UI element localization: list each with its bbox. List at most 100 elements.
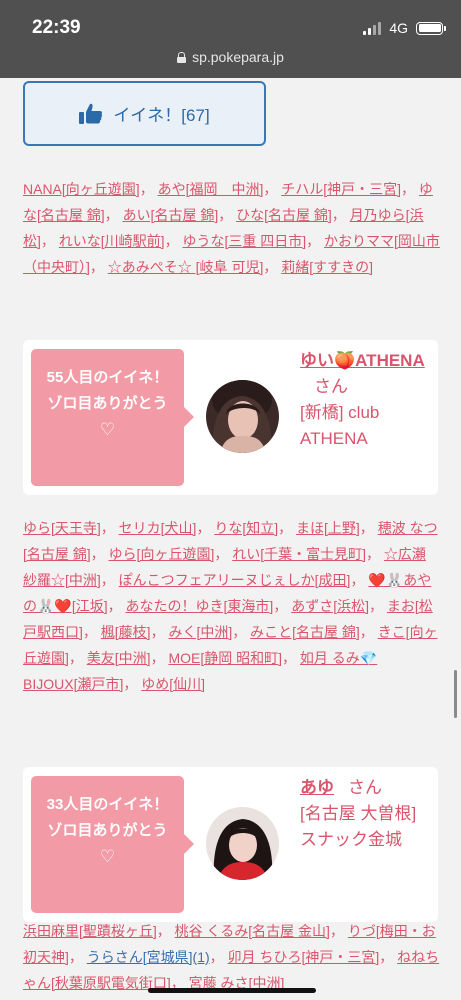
separator: ，	[123, 676, 142, 692]
liker-link[interactable]: 桃谷 くるみ[名古屋 金山]	[175, 923, 330, 939]
milestone-bubble: 55人目のイイネ！ ゾロ目ありがとう ♡	[31, 349, 194, 486]
separator: ，	[359, 520, 378, 536]
liker-list-2: ゆら[天王寺]， セリカ[犬山]， りな[知立]， まほ[上野]， 穂波 なつ[…	[23, 515, 443, 697]
cast-name-link[interactable]: あゆ	[300, 778, 334, 797]
liker-link[interactable]: MOE[静岡 昭和町]	[168, 650, 282, 666]
separator: ，	[214, 546, 233, 562]
liker-link[interactable]: れいな[川崎駅前]	[59, 233, 165, 249]
separator: ，	[306, 233, 325, 249]
heart-icon: ♡	[99, 847, 116, 866]
honorific: さん	[348, 778, 382, 797]
separator: ，	[359, 624, 378, 640]
milestone-card: 33人目のイイネ！ ゾロ目ありがとう ♡ あゆ さん [名古屋 大曽根] スナック…	[23, 767, 438, 922]
network-label: 4G	[389, 20, 408, 36]
page-content: イイネ！[67] NANA[向ヶ丘遊園]， あや[福岡 中洲]， チハル[神戸・…	[0, 78, 461, 1000]
liker-link[interactable]: りな[知立]	[214, 520, 278, 536]
liker-link[interactable]: 美友[中洲]	[87, 650, 151, 666]
separator: ，	[401, 181, 419, 197]
separator: ，	[68, 949, 87, 965]
liker-link[interactable]: 卯月 ちひろ[神戸・三宮]	[228, 949, 380, 965]
separator: ，	[100, 572, 119, 588]
separator: ，	[82, 624, 101, 640]
separator: ，	[104, 207, 123, 223]
shop-name: [新橋] club ATHENA	[300, 403, 380, 448]
cast-name-link[interactable]: ゆい🍑ATHENA	[300, 351, 425, 370]
separator: ，	[282, 650, 300, 666]
separator: ，	[164, 233, 183, 249]
avatar[interactable]	[206, 807, 279, 880]
liker-link[interactable]: あや[福岡 中洲]	[158, 181, 264, 197]
separator: ，	[218, 207, 237, 223]
home-indicator[interactable]	[148, 988, 316, 993]
separator: ，	[329, 923, 348, 939]
bubble-line: ゾロ目ありがとう	[47, 822, 168, 839]
separator: ，	[278, 520, 297, 536]
liker-link[interactable]: ゆら[天王寺]	[23, 520, 101, 536]
separator: ，	[100, 520, 119, 536]
liker-link[interactable]: みく[中洲]	[168, 624, 232, 640]
liker-link[interactable]: 楓[藤枝]	[101, 624, 151, 640]
signal-icon	[363, 21, 382, 35]
liker-link[interactable]: ぽんこつフェアリーヌじぇしか[成田]	[119, 572, 351, 588]
liker-link[interactable]: ☆あみぺそ☆ [岐阜 可児]	[108, 259, 264, 275]
separator: ，	[369, 598, 387, 614]
liker-link[interactable]: まほ[上野]	[296, 520, 360, 536]
bubble-line: 33人目のイイネ！	[46, 796, 169, 813]
separator: ，	[40, 233, 59, 249]
shop-name: [名古屋 大曽根] スナック金城	[300, 804, 417, 849]
cast-info: あゆ さん [名古屋 大曽根] スナック金城	[300, 775, 430, 853]
separator: ，	[263, 259, 282, 275]
separator: ，	[263, 181, 282, 197]
avatar[interactable]	[206, 380, 279, 453]
scrollbar[interactable]	[454, 670, 457, 718]
liker-link[interactable]: あなたの！ゆき[東海市]	[126, 598, 274, 614]
status-icons: 4G	[363, 20, 446, 36]
liker-link[interactable]: 莉緒[すすきの]	[281, 259, 373, 275]
separator: ，	[139, 181, 158, 197]
heart-icon: ♡	[99, 420, 116, 439]
separator: ，	[379, 949, 398, 965]
liker-link[interactable]: ひな[名古屋 錦]	[236, 207, 332, 223]
liker-link[interactable]: あい[名古屋 錦]	[123, 207, 219, 223]
liker-link[interactable]: あずさ[浜松]	[291, 598, 369, 614]
milestone-card: 55人目のイイネ！ ゾロ目ありがとう ♡ ゆい🍑ATHENA さん [新橋] cl…	[23, 340, 438, 495]
honorific: さん	[314, 377, 348, 396]
separator: ，	[350, 572, 369, 588]
separator: ，	[366, 546, 384, 562]
liker-link[interactable]: うらさん[宮城県](1)	[87, 949, 210, 965]
separator: ，	[232, 624, 251, 640]
separator: ，	[196, 520, 215, 536]
liker-link[interactable]: ゆうな[三重 四日市]	[182, 233, 306, 249]
liker-link[interactable]: NANA[向ヶ丘遊園]	[23, 181, 140, 197]
liker-link[interactable]: みこと[名古屋 錦]	[250, 624, 360, 640]
separator: ，	[331, 207, 350, 223]
liker-link[interactable]: ゆめ[仙川]	[141, 676, 205, 692]
like-button-label: イイネ！[67]	[113, 106, 210, 125]
address-bar[interactable]: sp.pokepara.jp	[0, 49, 461, 65]
separator: ，	[156, 923, 175, 939]
like-button[interactable]: イイネ！[67]	[23, 81, 266, 146]
liker-list-1: NANA[向ヶ丘遊園]， あや[福岡 中洲]， チハル[神戸・三宮]， ゆな[名…	[23, 176, 443, 280]
liker-link[interactable]: 浜田麻里[聖蹟桜ヶ丘]	[23, 923, 157, 939]
bubble-line: ゾロ目ありがとう	[47, 395, 168, 412]
separator: ，	[150, 650, 169, 666]
liker-list-3: 浜田麻里[聖蹟桜ヶ丘]， 桃谷 くるみ[名古屋 金山]， りづ[梅田・お初天神]…	[23, 918, 443, 996]
clock: 22:39	[32, 17, 81, 38]
bubble-line: 55人目のイイネ！	[46, 369, 169, 386]
liker-link[interactable]: ゆら[向ヶ丘遊園]	[109, 546, 215, 562]
separator: ，	[90, 546, 109, 562]
status-bar: 22:39 4G sp.pokepara.jp	[0, 0, 461, 78]
lock-icon	[177, 51, 187, 63]
liker-link[interactable]: れい[千葉・富士見町]	[232, 546, 366, 562]
separator: ，	[89, 259, 108, 275]
thumbs-up-icon	[79, 103, 103, 124]
liker-link[interactable]: セリカ[犬山]	[119, 520, 197, 536]
battery-icon	[416, 21, 446, 35]
separator: ，	[273, 598, 292, 614]
separator: ，	[68, 650, 87, 666]
milestone-bubble: 33人目のイイネ！ ゾロ目ありがとう ♡	[31, 776, 194, 913]
separator: ，	[209, 949, 228, 965]
separator: ，	[150, 624, 169, 640]
separator: ，	[107, 598, 126, 614]
liker-link[interactable]: チハル[神戸・三宮]	[281, 181, 401, 197]
